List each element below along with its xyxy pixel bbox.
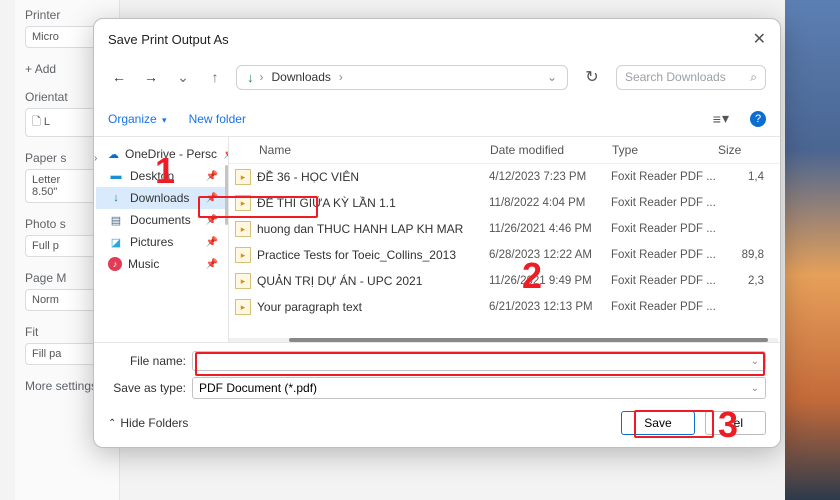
- help-button[interactable]: ?: [750, 111, 766, 127]
- search-icon: ⌕: [750, 70, 757, 85]
- file-size: 89,8: [719, 249, 774, 261]
- sidebar-label: Downloads: [130, 191, 189, 205]
- file-row[interactable]: ▸ QUẢN TRỊ DỰ ÁN - UPC 202111/26/2021 9:4…: [229, 268, 780, 294]
- download-icon: ↓: [108, 191, 124, 205]
- file-name: QUẢN TRỊ DỰ ÁN - UPC 2021: [257, 274, 489, 288]
- save-type-label: Save as type:: [108, 381, 186, 395]
- file-row[interactable]: ▸ huong dan THUC HANH LAP KH MAR11/26/202…: [229, 216, 780, 242]
- nav-up[interactable]: ↑: [204, 66, 226, 88]
- sidebar-label: Documents: [130, 213, 191, 227]
- pin-icon: 📌: [206, 215, 218, 226]
- file-date: 11/26/2021 9:49 PM: [489, 275, 611, 287]
- sidebar-item-music[interactable]: ♪ Music 📌: [96, 253, 226, 275]
- refresh-button[interactable]: ↻: [578, 63, 606, 91]
- sidebar-label: Desktop: [130, 169, 174, 183]
- nav-back[interactable]: ←: [108, 66, 130, 88]
- pdf-icon: ▸: [235, 273, 251, 289]
- close-button[interactable]: ✕: [753, 29, 766, 49]
- cancel-button[interactable]: cel: [705, 411, 766, 435]
- file-row[interactable]: ▸ ĐỀ 36 - HỌC VIÊN4/12/2023 7:23 PMFoxit …: [229, 164, 780, 190]
- file-name: ĐỀ 36 - HỌC VIÊN: [257, 170, 489, 184]
- file-size: 2,3: [719, 275, 774, 287]
- save-type-select[interactable]: PDF Document (*.pdf) ⌄: [192, 377, 766, 399]
- add-printer[interactable]: Add: [35, 62, 56, 76]
- column-date[interactable]: Date modified: [490, 143, 612, 157]
- dialog-title: Save Print Output As: [108, 32, 229, 47]
- file-name: Your paragraph text: [257, 300, 489, 314]
- pdf-icon: ▸: [235, 299, 251, 315]
- sidebar-label: OneDrive - Persc: [125, 147, 217, 161]
- file-date: 11/26/2021 4:46 PM: [489, 223, 611, 235]
- file-name-input[interactable]: ⌄: [192, 351, 766, 371]
- file-date: 4/12/2023 7:23 PM: [489, 171, 611, 183]
- pin-icon: 📌: [206, 193, 218, 204]
- music-icon: ♪: [108, 257, 122, 271]
- search-input[interactable]: Search Downloads ⌕: [616, 65, 766, 90]
- pdf-icon: ▸: [235, 221, 251, 237]
- sidebar-item-documents[interactable]: ▤ Documents 📌: [96, 209, 226, 231]
- view-mode-button[interactable]: ≡ ▾: [708, 107, 734, 130]
- file-row[interactable]: ▸ Your paragraph text6/21/2023 12:13 PMFo…: [229, 294, 780, 320]
- file-name: huong dan THUC HANH LAP KH MAR: [257, 222, 489, 236]
- chevron-down-icon[interactable]: ⌄: [751, 356, 759, 367]
- sidebar-scrollbar[interactable]: [225, 165, 228, 225]
- pin-icon: 📌: [206, 171, 218, 182]
- doc-icon: ▤: [108, 213, 124, 227]
- file-type: Foxit Reader PDF ...: [611, 197, 719, 209]
- file-row[interactable]: ▸ Practice Tests for Toeic_Collins_20136/…: [229, 242, 780, 268]
- sidebar-item-onedrive-persc[interactable]: ☁ OneDrive - Persc 📌: [96, 143, 226, 165]
- address-bar[interactable]: ↓ › Downloads › ⌄: [236, 65, 568, 90]
- file-row[interactable]: ▸ ĐỀ THI GIỮA KỲ LẦN 1.111/8/2022 4:04 PM…: [229, 190, 780, 216]
- chevron-down-icon[interactable]: ⌄: [547, 70, 557, 84]
- pin-icon: 📌: [206, 237, 218, 248]
- file-name: ĐỀ THI GIỮA KỲ LẦN 1.1: [257, 196, 489, 210]
- organize-menu[interactable]: Organize ▾: [108, 112, 167, 126]
- file-type: Foxit Reader PDF ...: [611, 223, 719, 235]
- desktop-icon: ▬: [108, 169, 124, 183]
- sidebar-label: Pictures: [130, 235, 173, 249]
- folder-sidebar: › ☁OneDrive - Persc📌▬Desktop📌↓Downloads📌…: [94, 137, 229, 342]
- hide-folders-toggle[interactable]: ⌃Hide Folders: [108, 416, 188, 430]
- download-icon: ↓: [247, 70, 254, 85]
- file-type: Foxit Reader PDF ...: [611, 249, 719, 261]
- file-name-label: File name:: [108, 354, 186, 368]
- nav-recent[interactable]: ⌄: [172, 66, 194, 88]
- preview-area: [785, 0, 840, 500]
- file-date: 11/8/2022 4:04 PM: [489, 197, 611, 209]
- file-name: Practice Tests for Toeic_Collins_2013: [257, 248, 489, 262]
- sidebar-label: Music: [128, 257, 159, 271]
- column-size[interactable]: Size: [718, 143, 774, 157]
- pin-icon: 📌: [206, 259, 218, 270]
- sidebar-item-pictures[interactable]: ◪ Pictures 📌: [96, 231, 226, 253]
- sidebar-item-desktop[interactable]: ▬ Desktop 📌: [96, 165, 226, 187]
- column-type[interactable]: Type: [612, 143, 718, 157]
- file-list-pane: Name Date modified Type Size ▸ ĐỀ 36 - HỌ…: [229, 137, 780, 342]
- column-name[interactable]: Name: [235, 143, 490, 157]
- file-size: 1,4: [719, 171, 774, 183]
- save-button[interactable]: Save: [621, 411, 694, 435]
- cloud-icon: ☁: [108, 147, 119, 161]
- file-date: 6/21/2023 12:13 PM: [489, 301, 611, 313]
- sidebar-item-downloads[interactable]: ↓ Downloads 📌: [96, 187, 226, 209]
- pdf-icon: ▸: [235, 247, 251, 263]
- file-date: 6/28/2023 12:22 AM: [489, 249, 611, 261]
- file-type: Foxit Reader PDF ...: [611, 275, 719, 287]
- new-folder-button[interactable]: New folder: [189, 112, 246, 126]
- pdf-icon: ▸: [235, 195, 251, 211]
- pin-icon: 📌: [223, 149, 229, 160]
- file-type: Foxit Reader PDF ...: [611, 301, 719, 313]
- file-type: Foxit Reader PDF ...: [611, 171, 719, 183]
- chevron-down-icon[interactable]: ⌄: [751, 383, 759, 394]
- nav-forward[interactable]: →: [140, 66, 162, 88]
- save-as-dialog: Save Print Output As ✕ ← → ⌄ ↑ ↓ › Downl…: [93, 18, 781, 448]
- pic-icon: ◪: [108, 235, 124, 249]
- horizontal-scrollbar[interactable]: [229, 338, 778, 342]
- pdf-icon: ▸: [235, 169, 251, 185]
